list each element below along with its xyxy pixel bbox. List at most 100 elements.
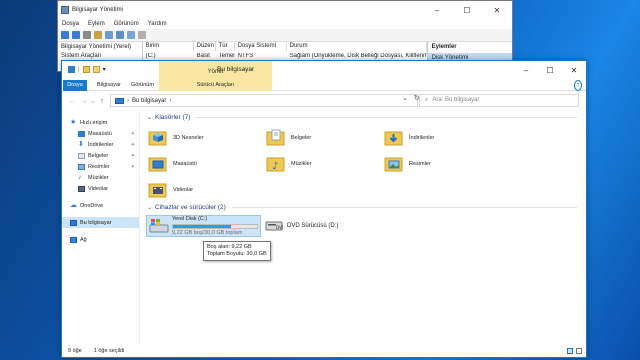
up-icon[interactable] (83, 31, 91, 39)
col-header-fs[interactable]: Dosya Sistemi (235, 42, 287, 51)
table-row[interactable]: (C:) Basit Temel NTFS Sağlam (Önyükleme,… (143, 51, 427, 60)
folder-documents[interactable]: Belgeler (266, 126, 311, 150)
folder-pictures[interactable]: Resimler (384, 152, 431, 176)
breadcrumb-separator-icon: › (127, 97, 129, 104)
col-header-status[interactable]: Durum (287, 42, 427, 51)
tab-view[interactable]: Görünüm (131, 80, 154, 91)
folder-label: Videolar (173, 187, 194, 193)
col-header-type[interactable]: Tür (216, 42, 235, 51)
tab-computer[interactable]: Bilgisayar (97, 80, 121, 91)
nav-label: Müzikler (88, 174, 109, 181)
drive-local-c[interactable]: Yerel Disk (C:) 9,22 GB boş/30,0 GB topl… (146, 215, 261, 237)
folders-group-header[interactable]: ⌄ Klasörler (7) (147, 114, 577, 121)
cell-type: Temel (218, 52, 235, 59)
nav-item-quick-access[interactable]: ★ Hızlı erişim (62, 117, 139, 128)
forward-icon[interactable] (72, 31, 80, 39)
window-title: Bu bilgisayar (217, 66, 255, 73)
download-icon: ⬇ (78, 140, 84, 148)
settings-icon[interactable] (127, 31, 135, 39)
help-icon[interactable] (105, 31, 113, 39)
tree-item-root[interactable]: Bilgisayar Yönetimi (Yerel) (61, 43, 139, 52)
content-pane: ⌄ Klasörler (7) 3D Nesneler Belgeler İnd… (140, 111, 586, 345)
pin-icon: ✦ (130, 163, 135, 170)
group-title: Klasörler (7) (155, 114, 191, 121)
chevron-down-icon[interactable]: ▾ (103, 66, 106, 73)
view-icon[interactable] (116, 31, 124, 39)
folder-label: Resimler (409, 161, 431, 167)
nav-item-network[interactable]: Ağ (62, 234, 139, 245)
drive-dvd-d[interactable]: DVD DVD Sürücüsü (D:) (265, 216, 338, 236)
this-pc-icon (68, 66, 75, 73)
nav-item-this-pc[interactable]: Bu bilgisayar (62, 217, 139, 228)
downloads-folder-icon (384, 129, 403, 147)
desktop-icon (78, 130, 85, 137)
nav-item-downloads[interactable]: ⬇ İndirilenler ✦ (62, 139, 139, 150)
minimize-button[interactable]: – (514, 61, 538, 80)
cm-close-button[interactable]: ✕ (482, 6, 512, 15)
folder-desktop[interactable]: Masaüstü (148, 152, 197, 176)
col-header-layout[interactable]: Düzen (194, 42, 216, 51)
cm-menu-action[interactable]: Eylem (88, 21, 105, 27)
nav-label: Masaüstü (88, 130, 112, 137)
address-dropdown-icon[interactable]: ⌄ (402, 94, 408, 102)
documents-folder-icon (266, 129, 285, 147)
music-icon: ♪ (78, 173, 82, 181)
computer-icon (70, 219, 77, 226)
nav-label: Bu bilgisayar (80, 219, 112, 226)
col-header-volume[interactable]: Birim (143, 42, 194, 51)
help-icon[interactable]: ? (574, 80, 582, 91)
search-icon: ⌕ (425, 97, 429, 103)
back-icon[interactable] (61, 31, 69, 39)
maximize-button[interactable]: ☐ (538, 61, 562, 80)
folder-downloads[interactable]: İndirilenler (384, 126, 434, 150)
chevron-down-icon[interactable]: ⌄ (147, 204, 152, 211)
nav-item-onedrive[interactable]: ☁ OneDrive (62, 200, 139, 211)
status-bar: 9 öğe 1 öğe seçildi (62, 345, 586, 357)
svg-text:DVD: DVD (276, 225, 283, 230)
computer-management-icon (61, 6, 69, 14)
large-icons-view-icon[interactable] (576, 348, 582, 354)
check-icon[interactable] (138, 31, 146, 39)
cell-fs: NTFS (237, 52, 254, 59)
tab-drive-tools[interactable]: Sürücü Araçları (159, 80, 272, 91)
nav-item-documents[interactable]: Belgeler ✦ (62, 150, 139, 161)
folder-music[interactable]: ♪ Müzikler (266, 152, 311, 176)
cm-menu-file[interactable]: Dosya (62, 21, 79, 27)
new-folder-icon[interactable] (92, 66, 100, 73)
nav-label: Belgeler (88, 152, 109, 159)
tab-file[interactable]: Dosya (63, 80, 87, 91)
details-view-icon[interactable] (567, 348, 573, 354)
folder-3d-objects[interactable]: 3D Nesneler (148, 126, 204, 150)
desktop-folder-icon (148, 155, 167, 173)
documents-icon (78, 152, 85, 159)
cm-menu-help[interactable]: Yardım (148, 21, 167, 27)
music-folder-icon: ♪ (266, 155, 285, 173)
back-arrow-icon[interactable]: ← (66, 98, 78, 105)
nav-item-videos[interactable]: Videolar (62, 183, 139, 194)
folder-label: 3D Nesneler (173, 135, 204, 141)
cm-minimize-button[interactable]: – (422, 6, 452, 15)
up-arrow-icon[interactable]: ↑ (96, 98, 108, 105)
drive-name: DVD Sürücüsü (D:) (287, 223, 339, 229)
search-input[interactable]: ⌕ Ara: Bu bilgisayar (419, 94, 579, 107)
nav-item-music[interactable]: ♪ Müzikler (62, 172, 139, 183)
folder-videos[interactable]: Videolar (148, 178, 193, 202)
nav-item-desktop[interactable]: Masaüstü ✦ (62, 128, 139, 139)
chevron-down-icon[interactable]: ⌄ (147, 114, 152, 121)
devices-group-header[interactable]: ⌄ Cihazlar ve sürücüler (2) (147, 204, 577, 211)
forward-arrow-icon[interactable]: → (78, 98, 90, 105)
properties-icon[interactable] (94, 31, 102, 39)
close-button[interactable]: ✕ (562, 61, 586, 80)
cloud-icon: ☁ (70, 201, 77, 209)
nav-item-pictures[interactable]: Resimler ✦ (62, 161, 139, 172)
properties-icon[interactable] (82, 66, 90, 73)
nav-label: Ağ (80, 236, 87, 243)
cm-menu-view[interactable]: Görünüm (114, 21, 139, 27)
nav-label: İndirilenler (88, 141, 114, 148)
address-bar[interactable]: › Bu bilgisayar › (110, 94, 418, 107)
breadcrumb[interactable]: Bu bilgisayar (132, 98, 166, 104)
star-icon: ★ (70, 118, 77, 126)
breadcrumb-chevron-icon[interactable]: › (169, 98, 171, 104)
cm-maximize-button[interactable]: ☐ (452, 6, 482, 15)
drive-name: Yerel Disk (C:) (172, 215, 208, 222)
